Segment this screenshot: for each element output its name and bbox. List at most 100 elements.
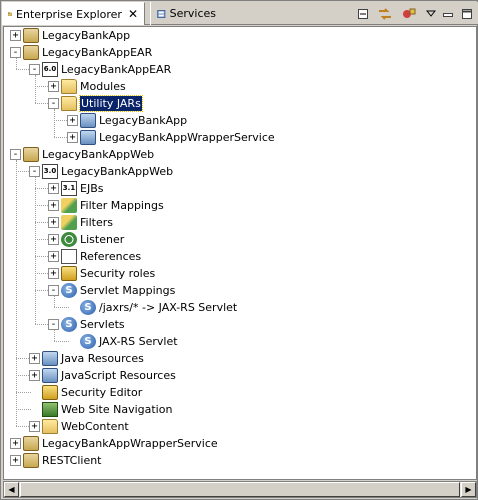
tree-item[interactable]: - S Servlets xyxy=(4,316,476,333)
servlet-mapping-icon: S xyxy=(61,283,77,298)
tree-item-label: Java Resources xyxy=(61,352,144,365)
tree-item[interactable]: +3.1 EJBs xyxy=(4,180,476,197)
tree-item[interactable]: + LegacyBankApp xyxy=(4,112,476,129)
tree-item[interactable]: S JAX-RS Servlet xyxy=(4,333,476,350)
expand-icon[interactable]: + xyxy=(10,30,21,41)
security-roles-icon xyxy=(61,266,77,281)
maximize-view-icon[interactable] xyxy=(458,5,475,22)
tree-connector xyxy=(16,409,31,410)
tree-item-label: JAX-RS Servlet xyxy=(99,335,178,348)
expand-icon[interactable]: + xyxy=(67,115,78,126)
tree-item[interactable]: -6.0 LegacyBankAppEAR xyxy=(4,61,476,78)
tree-item-label: LegacyBankApp xyxy=(42,29,131,42)
tree-item[interactable]: + LegacyBankApp xyxy=(4,27,476,44)
collapse-all-icon[interactable] xyxy=(400,5,417,22)
collapse-icon[interactable]: - xyxy=(48,98,59,109)
tab-services[interactable]: Services xyxy=(150,2,222,25)
expand-icon[interactable]: + xyxy=(67,132,78,143)
filter-mapping-icon xyxy=(61,198,77,213)
tree-item[interactable]: - S Servlet Mappings xyxy=(4,282,476,299)
tree-item[interactable]: + Filters xyxy=(4,214,476,231)
expand-icon[interactable]: + xyxy=(48,251,59,262)
folder-icon xyxy=(61,79,77,94)
expand-icon[interactable]: + xyxy=(48,183,59,194)
tree-item[interactable]: + Java Resources xyxy=(4,350,476,367)
tree-item[interactable]: + JavaScript Resources xyxy=(4,367,476,384)
listener-icon xyxy=(61,232,77,247)
tree-item[interactable]: Web Site Navigation xyxy=(4,401,476,418)
servlet-icon: S xyxy=(61,317,77,332)
javascript-resources-icon xyxy=(42,368,58,383)
tree-item-label: LegacyBankAppWrapperService xyxy=(42,437,218,450)
collapse-icon[interactable]: - xyxy=(29,64,40,75)
project-tree[interactable]: + LegacyBankApp - LegacyBankAppEAR -6.0 Legac… xyxy=(3,26,477,480)
expand-icon[interactable]: + xyxy=(48,234,59,245)
scroll-left-button[interactable]: ◀ xyxy=(4,482,19,497)
collapse-icon[interactable]: - xyxy=(48,319,59,330)
tree-item-label: Filters xyxy=(80,216,113,229)
tree-item[interactable]: - LegacyBankAppWeb xyxy=(4,146,476,163)
tree-item-label: LegacyBankAppEAR xyxy=(42,46,153,59)
tree-guide-line xyxy=(16,160,17,426)
expand-icon[interactable]: + xyxy=(10,438,21,449)
enterprise-explorer-icon xyxy=(8,12,13,16)
tree-item-label: LegacyBankAppWrapperService xyxy=(99,131,275,144)
tree-item-label: References xyxy=(80,250,142,263)
tree-item-label: LegacyBankAppWeb xyxy=(42,148,155,161)
expand-icon[interactable]: + xyxy=(48,81,59,92)
tree-item[interactable]: Security Editor xyxy=(4,384,476,401)
tree-item[interactable]: + LegacyBankAppWrapperService xyxy=(4,435,476,452)
expand-icon[interactable]: + xyxy=(29,370,40,381)
tree-item[interactable]: S/jaxrs/* -> JAX-RS Servlet xyxy=(4,299,476,316)
tree-item[interactable]: + Filter Mappings xyxy=(4,197,476,214)
expand-icon[interactable]: + xyxy=(29,421,40,432)
tree-item[interactable]: + Security roles xyxy=(4,265,476,282)
collapse-icon[interactable]: - xyxy=(10,47,21,58)
references-icon xyxy=(61,249,77,264)
tree-item[interactable]: - LegacyBankAppEAR xyxy=(4,44,476,61)
project-icon xyxy=(23,28,39,43)
tree-item[interactable]: - Utility JARs xyxy=(4,95,476,112)
expand-icon[interactable]: + xyxy=(48,217,59,228)
collapse-icon[interactable]: - xyxy=(48,285,59,296)
tree-item[interactable]: -3.0 LegacyBankAppWeb xyxy=(4,163,476,180)
folder-icon xyxy=(42,419,58,434)
tree-item[interactable]: + Modules xyxy=(4,78,476,95)
tree-item-label: Servlets xyxy=(80,318,125,331)
tree-item[interactable]: + RESTClient xyxy=(4,452,476,469)
expand-icon[interactable]: + xyxy=(10,455,21,466)
tree-item-label: Utility JARs xyxy=(79,95,143,112)
tree-item[interactable]: + Listener xyxy=(4,231,476,248)
expand-icon[interactable]: + xyxy=(48,200,59,211)
scroll-thumb[interactable] xyxy=(20,482,460,497)
servlet-mapping-icon: S xyxy=(80,300,96,315)
link-with-editor-icon[interactable] xyxy=(376,5,393,22)
tab-enterprise-explorer[interactable]: Enterprise Explorer ✕ xyxy=(2,2,145,25)
tree-item[interactable]: + References xyxy=(4,248,476,265)
servlet-icon: S xyxy=(80,334,96,349)
collapse-icon[interactable]: - xyxy=(29,166,40,177)
collapse-icon[interactable]: - xyxy=(10,149,21,160)
tree-guide-line xyxy=(16,58,17,69)
minimize-icon[interactable] xyxy=(354,5,371,22)
tree-item-label: Filter Mappings xyxy=(80,199,164,212)
tree-item[interactable]: + WebContent xyxy=(4,418,476,435)
tree-guide-line xyxy=(54,330,55,341)
utility-jar-icon xyxy=(80,113,96,128)
tree-item-label: /jaxrs/* -> JAX-RS Servlet xyxy=(99,301,238,314)
ejbs-icon: 3.1 xyxy=(61,181,77,196)
filter-icon xyxy=(61,215,77,230)
minimize-view-icon[interactable] xyxy=(439,5,456,22)
horizontal-scrollbar[interactable]: ◀ ▶ xyxy=(3,481,477,498)
web-site-navigation-icon xyxy=(42,402,58,417)
view-menu-icon[interactable] xyxy=(422,5,439,22)
tree-item[interactable]: + LegacyBankAppWrapperService xyxy=(4,129,476,146)
project-icon xyxy=(23,436,39,451)
scroll-right-button[interactable]: ▶ xyxy=(461,482,476,497)
expand-icon[interactable]: + xyxy=(48,268,59,279)
close-icon[interactable]: ✕ xyxy=(128,7,138,21)
expand-icon[interactable]: + xyxy=(29,353,40,364)
tree-guide-line xyxy=(54,109,55,137)
web-project-icon xyxy=(23,147,39,162)
tree-guide-line xyxy=(35,177,36,324)
